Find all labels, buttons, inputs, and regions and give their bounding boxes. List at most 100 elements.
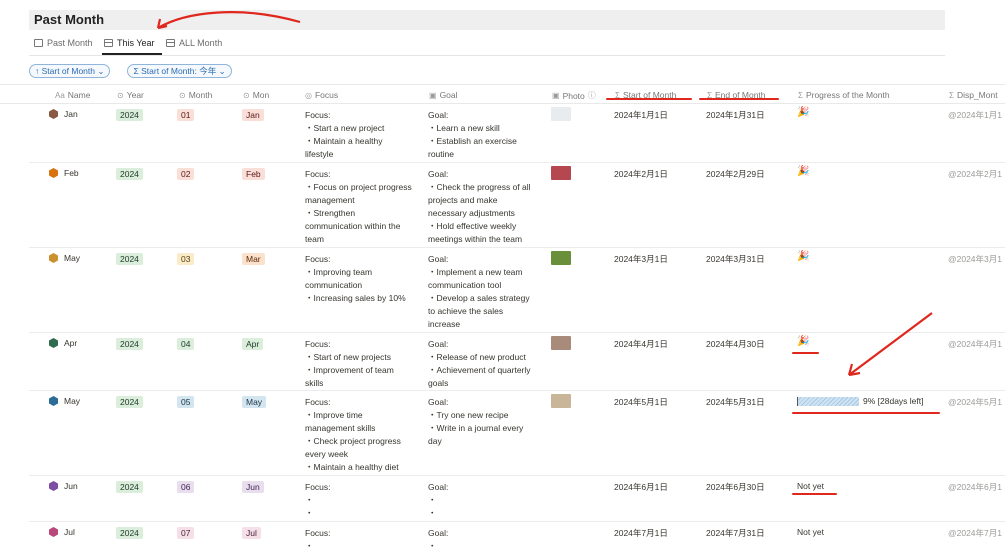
- tab-past-month[interactable]: Past Month: [34, 38, 93, 48]
- mon-tag: Jan: [242, 109, 264, 121]
- year-tag: 2024: [116, 481, 143, 493]
- year-tag: 2024: [116, 168, 143, 180]
- month-tag: 06: [177, 481, 195, 493]
- table-row[interactable]: Feb 2024 02 Feb Focus: ・Focus on project prog…: [29, 163, 1005, 248]
- tab-all-month[interactable]: ALL Month: [166, 38, 222, 48]
- mon-tag: Apr: [242, 338, 264, 350]
- month-tag: 04: [177, 338, 195, 350]
- page-icon: [49, 396, 58, 406]
- column-label: Mon: [252, 90, 270, 100]
- column-name[interactable]: Aa Name: [55, 90, 90, 100]
- goal-text: Goal: ・Release of new product ・Achievement…: [428, 339, 531, 388]
- photo-thumbnail[interactable]: [551, 336, 571, 350]
- formula-icon: Σ: [949, 90, 954, 100]
- disp-month: @2024年2月1: [948, 169, 1002, 179]
- focus-text: Focus: ・Start of new projects ・Improvement…: [305, 339, 394, 388]
- progress-bar: 9% [28days left]: [797, 396, 923, 406]
- month-tag: 01: [177, 109, 195, 121]
- select-icon: ⊙: [117, 90, 124, 100]
- mon-tag: May: [242, 396, 267, 408]
- start-date: 2024年3月1日: [614, 254, 668, 264]
- info-icon: ⓘ: [587, 91, 596, 100]
- column-photo[interactable]: ▣ Photo ⓘ: [552, 90, 596, 101]
- underline-not-yet: [792, 493, 837, 495]
- target-icon: ◎: [305, 90, 312, 100]
- image-icon: ▣: [552, 91, 560, 100]
- column-year[interactable]: ⊙ Year: [117, 90, 144, 100]
- progress-track: [797, 396, 859, 406]
- disp-month: @2024年3月1: [948, 254, 1002, 264]
- table-header: Aa Name ⊙ Year ⊙ Month ⊙ Mon ◎ Focus ▣ Goal ▣ P…: [0, 84, 1005, 104]
- progress-value: 🎉: [797, 336, 810, 347]
- table-icon: [166, 39, 175, 47]
- row-name-label: Jul: [64, 527, 75, 537]
- underline-end-of-month: [699, 98, 779, 100]
- row-name-label: Jun: [64, 481, 78, 491]
- column-label: Photo: [562, 90, 585, 101]
- filter-chip-start-of-month[interactable]: Σ Start of Month: 今年 ⌄: [127, 64, 232, 78]
- view-tabs: Past Month This Year ALL Month: [29, 34, 945, 56]
- progress-value: 🎉: [797, 251, 810, 262]
- underline-start-of-month: [606, 98, 692, 100]
- column-label: Name: [67, 90, 91, 100]
- month-tag: 05: [177, 396, 195, 408]
- column-focus[interactable]: ◎ Focus: [305, 90, 338, 100]
- active-tab-indicator: [102, 53, 162, 55]
- row-name[interactable]: Jun: [49, 481, 78, 491]
- column-progress[interactable]: Σ Progress of the Month: [798, 90, 890, 100]
- goal-text: Goal: ・Check the progress of all projects …: [428, 169, 531, 244]
- start-date: 2024年6月1日: [614, 482, 668, 492]
- year-tag: 2024: [116, 527, 143, 539]
- row-name[interactable]: Feb: [49, 168, 79, 178]
- row-name[interactable]: May: [49, 396, 80, 406]
- photo-thumbnail[interactable]: [551, 166, 571, 180]
- column-label: Year: [126, 90, 144, 100]
- progress-value: 🎉: [797, 107, 810, 118]
- column-month[interactable]: ⊙ Month: [179, 90, 212, 100]
- tab-this-year[interactable]: This Year: [104, 38, 155, 48]
- table-row[interactable]: Jun 2024 06 Jun Focus: ・・ Goal: ・・ 2024年6月1日 2024…: [29, 476, 1005, 522]
- page-icon: [49, 527, 58, 537]
- formula-icon: Σ: [798, 90, 803, 100]
- mon-tag: Mar: [242, 253, 265, 265]
- goal-text: Goal: ・Try one new recipe ・Write in a jour…: [428, 397, 524, 446]
- progress-value: Not yet: [797, 527, 824, 537]
- end-date: 2024年6月30日: [706, 482, 765, 492]
- table-row[interactable]: May 2024 03 Mar Focus: ・Improving team communi…: [29, 248, 1005, 333]
- row-name[interactable]: Jan: [49, 109, 78, 119]
- goal-text: Goal: ・・: [428, 482, 449, 518]
- disp-month: @2024年7月1: [948, 528, 1002, 538]
- column-goal[interactable]: ▣ Goal: [429, 90, 458, 100]
- start-date: 2024年1月1日: [614, 110, 668, 120]
- focus-text: Focus: ・: [305, 528, 331, 551]
- row-name-label: May: [64, 253, 81, 263]
- year-tag: 2024: [116, 253, 143, 265]
- row-name[interactable]: Jul: [49, 527, 75, 537]
- table-row[interactable]: Jul 2024 07 Jul Focus: ・ Goal: ・ 2024年7月1日 2024年7…: [29, 522, 1005, 558]
- row-name[interactable]: Apr: [49, 338, 77, 348]
- progress-label: 9% [28days left]: [863, 396, 924, 406]
- table-row[interactable]: Jan 2024 01 Jan Focus: ・Start a new project ・M…: [29, 104, 1005, 163]
- column-disp-month[interactable]: Σ Disp_Mont: [949, 90, 998, 100]
- column-mon[interactable]: ⊙ Mon: [243, 90, 269, 100]
- row-name-label: Jan: [64, 109, 78, 119]
- column-label: Focus: [314, 90, 339, 100]
- photo-thumbnail[interactable]: [551, 107, 571, 121]
- page-icon: [49, 338, 58, 348]
- sort-chip-start-of-month[interactable]: ↑ Start of Month ⌄: [29, 64, 111, 78]
- disp-month: @2024年6月1: [948, 482, 1002, 492]
- chip-label: Σ Start of Month: 今年 ⌄: [133, 66, 226, 76]
- photo-thumbnail[interactable]: [551, 394, 571, 408]
- table-icon: [104, 39, 113, 47]
- column-label: Progress of the Month: [805, 90, 890, 100]
- table-row[interactable]: May 2024 05 May Focus: ・Improve time managemen…: [29, 391, 1005, 476]
- goal-text: Goal: ・Learn a new skill ・Establish an exe…: [428, 110, 517, 159]
- focus-text: Focus: ・・: [305, 482, 331, 518]
- filter-bar: ↑ Start of Month ⌄ Σ Start of Month: 今年 …: [29, 64, 232, 78]
- row-name[interactable]: May: [49, 253, 80, 263]
- start-date: 2024年4月1日: [614, 339, 668, 349]
- row-name-label: May: [64, 396, 81, 406]
- table-row[interactable]: Apr 2024 04 Apr Focus: ・Start of new projects…: [29, 333, 1005, 391]
- photo-thumbnail[interactable]: [551, 251, 571, 265]
- underline-progress-may: [792, 412, 940, 414]
